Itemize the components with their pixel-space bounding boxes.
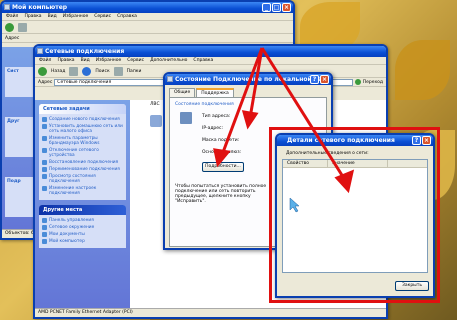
netconn-menubar: Файл Правка Вид Избранное Сервис Дополни… (35, 57, 386, 65)
side-group-other[interactable]: Друг (5, 117, 36, 157)
field-default-gateway: Основной шлюз: (202, 150, 242, 155)
menu-tools[interactable]: Сервис (94, 13, 111, 20)
side-group-details[interactable]: Подр (5, 177, 36, 217)
adapter-status: AMD PCNET Family Ethernet Adapter (PCI) (38, 310, 133, 315)
back-arrow-icon[interactable] (38, 66, 47, 76)
maximize-button[interactable]: □ (272, 3, 281, 12)
menu-help[interactable]: Справка (117, 13, 137, 20)
address-label: Адрес (5, 35, 20, 41)
network-tasks-header[interactable]: Сетевые задачи (39, 104, 126, 114)
side-group-system[interactable]: Сист (5, 67, 36, 97)
field-subnet-mask: Маска подсети: (202, 138, 240, 143)
folders-button-label[interactable]: Папки (127, 69, 142, 74)
my-computer-titlebar[interactable]: Мой компьютер _ □ × (2, 2, 293, 13)
place-control-panel[interactable]: Панель управления (39, 217, 126, 224)
back-arrow-icon[interactable] (5, 22, 14, 32)
tab-general[interactable]: Общие (169, 88, 196, 97)
menu-edit[interactable]: Правка (57, 57, 74, 64)
address-label: Адрес (38, 79, 53, 85)
network-icon (167, 76, 173, 82)
status-dialog-title: Состояние Подключение по локальной сети (175, 76, 330, 83)
menu-favorites[interactable]: Избранное (96, 57, 122, 64)
go-arrow-icon[interactable] (354, 79, 361, 85)
field-ip-address: IP-адрес: (202, 126, 224, 131)
menu-advanced[interactable]: Дополнительно (150, 57, 187, 64)
help-button[interactable]: ? (310, 75, 319, 84)
menu-file[interactable]: Файл (6, 13, 18, 20)
my-computer-toolbar (2, 21, 293, 34)
task-rename-connection[interactable]: Переименование подключения (39, 166, 126, 173)
connection-status-group-label: Состояние подключения (175, 102, 234, 107)
menu-favorites[interactable]: Избранное (63, 13, 89, 20)
netconn-titlebar[interactable]: Сетевые подключения (35, 46, 386, 57)
place-my-computer[interactable]: Мой компьютер (39, 238, 126, 245)
other-places-group: Другие места Панель управления Сетевое о… (39, 205, 126, 248)
close-button[interactable]: × (282, 3, 291, 12)
place-network-neighborhood[interactable]: Сетевое окружение (39, 224, 126, 231)
task-repair-connection[interactable]: Восстановление подключения (39, 159, 126, 166)
menu-help[interactable]: Справка (193, 57, 213, 64)
task-firewall-settings[interactable]: Изменить параметры брандмауэра Windows (39, 135, 126, 147)
place-my-documents[interactable]: Мои документы (39, 231, 126, 238)
my-computer-address-bar: Адрес (2, 34, 293, 43)
task-disable-device[interactable]: Отключение сетевого устройства (39, 147, 126, 159)
tab-support[interactable]: Поддержка (196, 88, 234, 97)
search-icon[interactable] (82, 66, 92, 76)
objects-count: Объектов: 6 (5, 231, 34, 236)
folders-icon[interactable] (113, 66, 123, 76)
status-dialog-titlebar[interactable]: Состояние Подключение по локальной сети … (165, 74, 331, 85)
minimize-button[interactable]: _ (262, 3, 271, 12)
computer-icon (4, 4, 10, 10)
go-button[interactable]: Переход (363, 80, 383, 85)
task-change-settings[interactable]: Изменение настроек подключения (39, 185, 126, 197)
close-button[interactable]: × (320, 75, 329, 84)
netconn-task-pane: Сетевые задачи Создание нового подключен… (35, 100, 130, 310)
network-icon (37, 48, 43, 54)
menu-view[interactable]: Вид (81, 57, 90, 64)
menu-tools[interactable]: Сервис (127, 57, 144, 64)
menu-view[interactable]: Вид (48, 13, 57, 20)
repair-note: Чтобы попытаться установить полное подкл… (175, 184, 267, 204)
column-header-lan[interactable]: ЛВС (150, 102, 160, 107)
field-address-type: Тип адреса: (202, 114, 231, 119)
lan-connection-icon[interactable] (150, 115, 162, 127)
leaf-decoration (395, 40, 450, 100)
details-button[interactable]: Подробности... (202, 162, 244, 172)
forward-arrow-icon[interactable] (18, 22, 27, 32)
task-view-status[interactable]: Просмотр состояния подключения (39, 173, 126, 185)
forward-arrow-icon[interactable] (69, 66, 79, 76)
highlight-frame (269, 127, 440, 303)
other-places-header[interactable]: Другие места (39, 205, 126, 215)
netconn-statusbar: AMD PCNET Family Ethernet Adapter (PCI) (35, 308, 386, 317)
menu-file[interactable]: Файл (39, 57, 51, 64)
search-button-label[interactable]: Поиск (95, 69, 109, 74)
back-button-label[interactable]: Назад (51, 69, 65, 74)
network-tasks-group: Сетевые задачи Создание нового подключен… (39, 104, 126, 200)
menu-edit[interactable]: Правка (24, 13, 41, 20)
task-setup-home-network[interactable]: Установить домашнюю сеть или сеть малого… (39, 123, 126, 135)
netconn-title: Сетевые подключения (45, 48, 125, 55)
my-computer-menubar: Файл Правка Вид Избранное Сервис Справка (2, 13, 293, 21)
my-computer-title: Мой компьютер (12, 4, 68, 11)
task-create-connection[interactable]: Создание нового подключения (39, 116, 126, 123)
status-tabs: Общие Поддержка (165, 85, 331, 97)
computer-network-icon (180, 112, 192, 124)
